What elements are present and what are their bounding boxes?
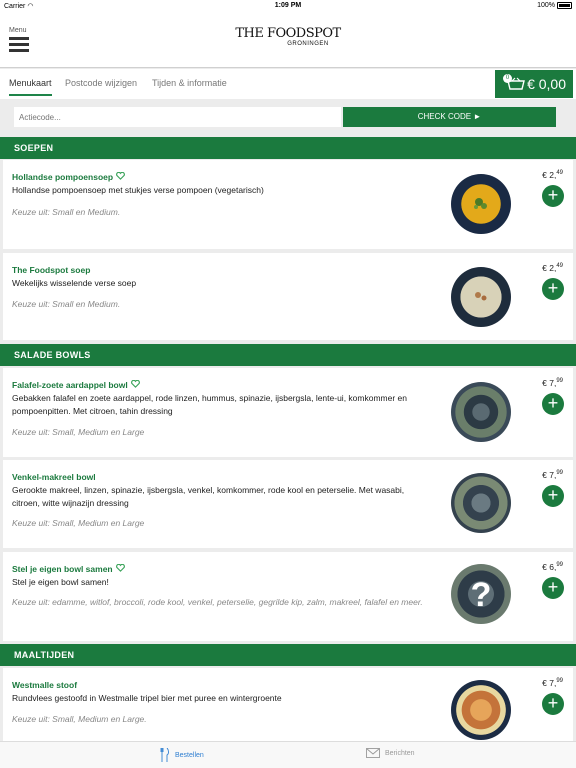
bottom-tab-label: Bestellen <box>175 751 204 759</box>
add-to-cart-button[interactable]: + <box>542 278 564 300</box>
item-description: Stel je eigen bowl samen! <box>12 577 109 587</box>
bottom-tab-berichten[interactable]: Berichten <box>366 748 415 758</box>
item-size-options: Keuze uit: Small en Medium. <box>12 299 121 309</box>
item-size-options: Keuze uit: Small, Medium en Large <box>12 427 145 437</box>
item-size-options: Keuze uit: edamme, witlof, broccoli, rod… <box>12 597 423 607</box>
tab-tijden[interactable]: Tijden & informatie <box>152 78 227 88</box>
add-to-cart-button[interactable]: + <box>542 693 564 715</box>
item-image <box>451 267 511 327</box>
item-price: € 2,49 <box>542 263 563 273</box>
promo-code-input[interactable] <box>14 107 341 127</box>
check-code-button[interactable]: CHECK CODE ► <box>343 107 556 127</box>
bottom-tab-bestellen[interactable]: Bestellen <box>160 748 204 762</box>
add-to-cart-button[interactable]: + <box>542 577 564 599</box>
bottom-tab-label: Berichten <box>385 749 415 757</box>
item-size-options: Keuze uit: Small, Medium en Large. <box>12 714 147 724</box>
cart-total: € 0,00 <box>527 76 566 92</box>
item-image <box>451 473 511 533</box>
clock: 1:09 PM <box>274 2 302 9</box>
item-name: Stel je eigen bowl samen <box>12 563 125 574</box>
battery-status: 100% <box>537 2 572 9</box>
menu-item[interactable]: The Foodspot soep Wekelijks wisselende v… <box>3 253 573 340</box>
app-header: Menu THE FOODSPOT GRONINGEN <box>0 12 576 68</box>
menu-item[interactable]: Stel je eigen bowl samen Stel je eigen b… <box>3 552 573 641</box>
item-description: Gebakken falafel en zoete aardappel, rod… <box>12 393 407 416</box>
item-name-text: Hollandse pompoensoep <box>12 172 114 182</box>
item-name: The Foodspot soep <box>12 265 91 275</box>
item-description: Hollandse pompoensoep met stukjes verse … <box>12 185 264 195</box>
menu-item[interactable]: Westmalle stoof Rundvlees gestoofd in We… <box>3 668 573 741</box>
cutlery-icon <box>160 748 169 762</box>
menu-item[interactable]: Hollandse pompoensoep Hollandse pompoens… <box>3 160 573 249</box>
item-name: Venkel-makreel bowl <box>12 472 96 482</box>
tab-bar: Menukaart Postcode wijzigen Tijden & inf… <box>0 69 576 99</box>
item-description: Gerookte makreel, linzen, spinazie, ijsb… <box>12 485 405 508</box>
question-mark-icon: ? <box>471 576 492 614</box>
item-name-text: Stel je eigen bowl samen <box>12 564 113 574</box>
basket-icon <box>507 77 525 90</box>
vegetarian-heart-icon <box>115 563 125 574</box>
add-to-cart-button[interactable]: + <box>542 185 564 207</box>
add-to-cart-button[interactable]: + <box>542 393 564 415</box>
item-image: ? <box>451 564 511 624</box>
battery-percent: 100% <box>537 2 555 9</box>
item-image <box>451 382 511 442</box>
item-name: Westmalle stoof <box>12 680 78 690</box>
item-price: € 7,99 <box>542 378 563 388</box>
section-header-soepen: SOEPEN <box>0 137 576 159</box>
section-header-salade-bowls: SALADE BOWLS <box>0 344 576 366</box>
promo-code-bar: CHECK CODE ► <box>0 99 576 137</box>
item-price: € 7,99 <box>542 678 563 688</box>
item-size-options: Keuze uit: Small, Medium en Large <box>12 518 145 528</box>
item-size-options: Keuze uit: Small en Medium. <box>12 207 121 217</box>
logo-sub: GRONINGEN <box>287 41 329 47</box>
bottom-tab-bar: Bestellen Berichten <box>0 741 576 768</box>
battery-icon <box>557 2 572 9</box>
logo: THE FOODSPOT GRONINGEN <box>0 26 576 48</box>
envelope-icon <box>366 748 380 758</box>
section-header-maaltijden: MAALTIJDEN <box>0 644 576 666</box>
tab-postcode[interactable]: Postcode wijzigen <box>65 78 137 88</box>
add-to-cart-button[interactable]: + <box>542 485 564 507</box>
item-description: Rundvlees gestoofd in Westmalle tripel b… <box>12 693 282 703</box>
item-image <box>451 680 511 740</box>
item-image <box>451 174 511 234</box>
tab-menukaart[interactable]: Menukaart <box>9 78 52 96</box>
vegetarian-heart-icon <box>116 171 126 182</box>
status-bar: Carrier ◠ 1:09 PM 100% <box>0 0 576 12</box>
item-name-text: Falafel-zoete aardappel bowl <box>12 380 128 390</box>
logo-main: THE FOODSPOT <box>235 26 341 41</box>
item-description: Wekelijks wisselende verse soep <box>12 278 137 288</box>
menu-item[interactable]: Venkel-makreel bowl Gerookte makreel, li… <box>3 460 573 548</box>
item-price: € 7,99 <box>542 470 563 480</box>
item-name: Hollandse pompoensoep <box>12 171 126 182</box>
item-price: € 6,99 <box>542 562 563 572</box>
cart-button[interactable]: 0 € 0,00 <box>495 70 573 98</box>
item-price: € 2,49 <box>542 170 563 180</box>
vegetarian-heart-icon <box>130 379 140 390</box>
menu-item[interactable]: Falafel-zoete aardappel bowl Gebakken fa… <box>3 368 573 457</box>
item-name: Falafel-zoete aardappel bowl <box>12 379 140 390</box>
